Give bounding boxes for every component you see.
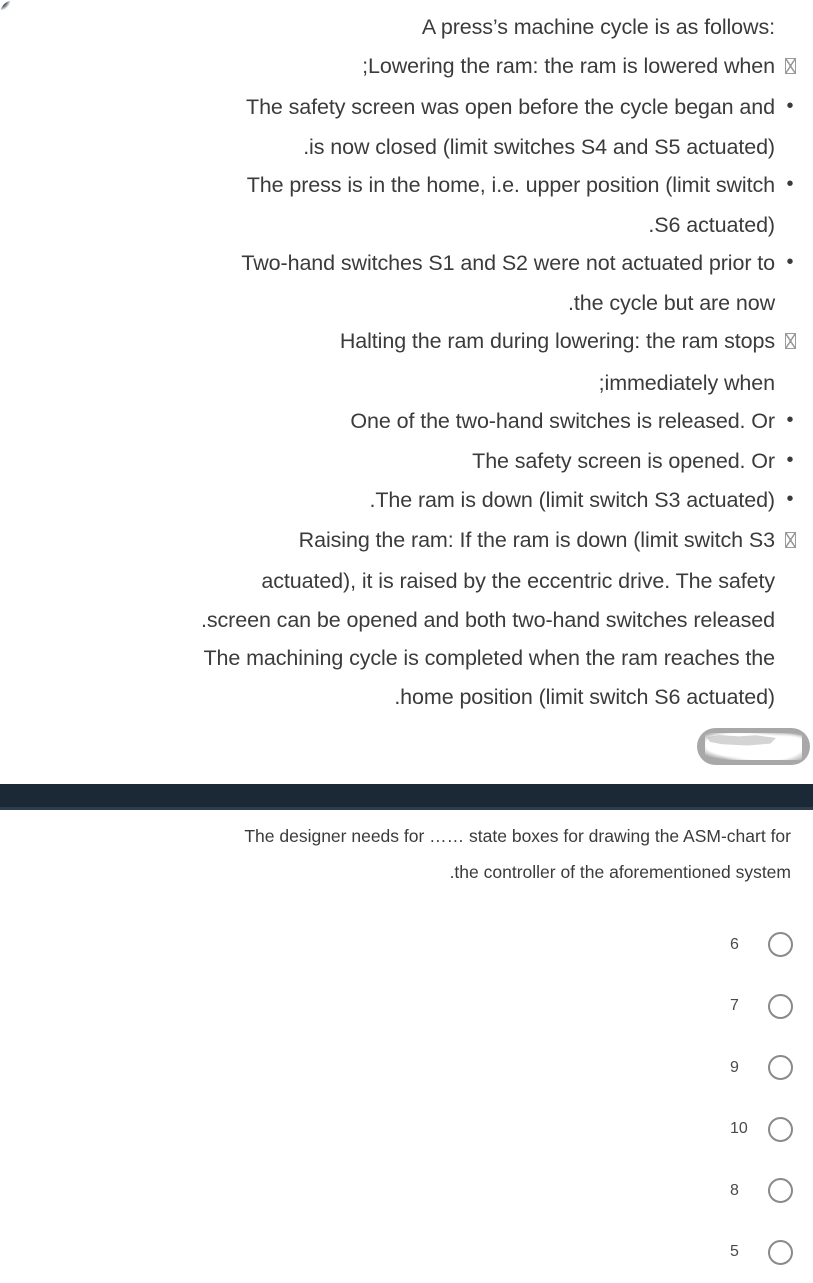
- stem-line-text: ;immediately when: [599, 364, 775, 403]
- stem-line: .home position (limit switch S6 actuated…: [8, 678, 805, 717]
- stem-line: actuated), it is raised by the eccentric…: [8, 562, 805, 601]
- stem-line-text: .The ram is down (limit switch S3 actuat…: [369, 481, 775, 520]
- separator-ghost-text: [0, 784, 813, 803]
- radio-button-icon[interactable]: [768, 994, 793, 1019]
- stem-line: •Two-hand switches S1 and S2 were not ac…: [8, 244, 805, 284]
- scribble-overlay: [705, 733, 802, 760]
- stem-line-text: ;Lowering the ram: the ram is lowered wh…: [362, 47, 775, 86]
- stem-line: ;immediately when: [8, 364, 805, 403]
- stem-line: .screen can be opened and both two-hand …: [8, 601, 805, 640]
- question-line-text: .the controller of the aforementioned sy…: [450, 854, 791, 890]
- stem-line: •The safety screen was open before the c…: [8, 88, 805, 128]
- bullet-icon: •: [775, 165, 805, 204]
- stem-line-text: actuated), it is raised by the eccentric…: [261, 562, 775, 601]
- stem-line-text: Two-hand switches S1 and S2 were not act…: [241, 244, 775, 283]
- stem-line-text: The safety screen was open before the cy…: [246, 88, 775, 127]
- question-card: The designer needs for …… state boxes fo…: [0, 810, 813, 1280]
- missing-glyph-icon: [775, 47, 805, 86]
- answer-option[interactable]: 5: [493, 1222, 793, 1283]
- stem-line: •The safety screen is opened. Or: [8, 442, 805, 482]
- question-prompt: The designer needs for …… state boxes fo…: [0, 810, 813, 890]
- stem-line-text: .screen can be opened and both two-hand …: [201, 601, 775, 640]
- stem-line-text: .is now closed (limit switches S4 and S5…: [303, 128, 775, 167]
- radio-button-icon[interactable]: [768, 1117, 793, 1142]
- answer-option-label: 8: [730, 1182, 756, 1200]
- stem-line-text: One of the two-hand switches is released…: [350, 402, 775, 441]
- answer-option-label: 10: [730, 1120, 756, 1138]
- answer-option[interactable]: 9: [493, 1037, 793, 1099]
- stem-line: •One of the two-hand switches is release…: [8, 402, 805, 442]
- stem-line: ;Lowering the ram: the ram is lowered wh…: [8, 47, 805, 89]
- question-stem-body: A press’s machine cycle is as follows: ;…: [0, 0, 813, 720]
- answer-option-label: 6: [730, 936, 756, 954]
- stem-line-text: .S6 actuated): [648, 206, 775, 245]
- missing-glyph-icon: [775, 521, 805, 560]
- answer-option-label: 7: [730, 997, 756, 1015]
- stem-line: .S6 actuated): [8, 206, 805, 245]
- bullet-icon: •: [775, 243, 805, 282]
- radio-button-icon[interactable]: [768, 1240, 793, 1265]
- stem-line-text: .the cycle but are now: [568, 284, 775, 323]
- redacted-badge: [697, 728, 810, 765]
- question-line: .the controller of the aforementioned sy…: [12, 854, 791, 890]
- answer-option[interactable]: 7: [493, 976, 793, 1038]
- stem-line: The machining cycle is completed when th…: [8, 639, 805, 678]
- radio-button-icon[interactable]: [768, 1178, 793, 1203]
- bullet-icon: •: [775, 87, 805, 126]
- answer-options-group[interactable]: 6 7 9 10 8 5: [493, 914, 793, 1283]
- question-stem-card: A press’s machine cycle is as follows: ;…: [0, 0, 813, 720]
- stem-line: .the cycle but are now: [8, 284, 805, 323]
- bullet-icon: •: [775, 480, 805, 519]
- radio-button-icon[interactable]: [768, 932, 793, 957]
- stem-line-text: The safety screen is opened. Or: [472, 442, 775, 481]
- answer-option[interactable]: 10: [493, 1099, 793, 1161]
- answer-option-label: 5: [730, 1243, 756, 1261]
- stem-line-text: Halting the ram during lowering: the ram…: [340, 322, 775, 361]
- stem-line: Halting the ram during lowering: the ram…: [8, 322, 805, 364]
- missing-glyph-icon: [775, 322, 805, 361]
- answer-option[interactable]: 8: [493, 1160, 793, 1222]
- question-line: The designer needs for …… state boxes fo…: [12, 818, 791, 854]
- stem-line-text: The press is in the home, i.e. upper pos…: [247, 166, 775, 205]
- stem-line-text: Raising the ram: If the ram is down (lim…: [299, 521, 775, 560]
- stem-line: •.The ram is down (limit switch S3 actua…: [8, 481, 805, 521]
- answer-option[interactable]: 6: [493, 914, 793, 976]
- bullet-icon: •: [775, 441, 805, 480]
- bullet-icon: •: [775, 401, 805, 440]
- stem-line: .is now closed (limit switches S4 and S5…: [8, 128, 805, 167]
- stem-line-text: .home position (limit switch S6 actuated…: [394, 678, 775, 717]
- stem-line-text: The machining cycle is completed when th…: [203, 639, 775, 678]
- radio-button-icon[interactable]: [768, 1055, 793, 1080]
- stem-line: Raising the ram: If the ram is down (lim…: [8, 521, 805, 563]
- section-separator-band: [0, 784, 813, 810]
- question-line-text: The designer needs for …… state boxes fo…: [244, 818, 791, 854]
- stem-line: •The press is in the home, i.e. upper po…: [8, 166, 805, 206]
- stem-line: A press’s machine cycle is as follows:: [8, 8, 805, 47]
- answer-option-label: 9: [730, 1059, 756, 1077]
- stem-line-text: A press’s machine cycle is as follows:: [422, 8, 775, 47]
